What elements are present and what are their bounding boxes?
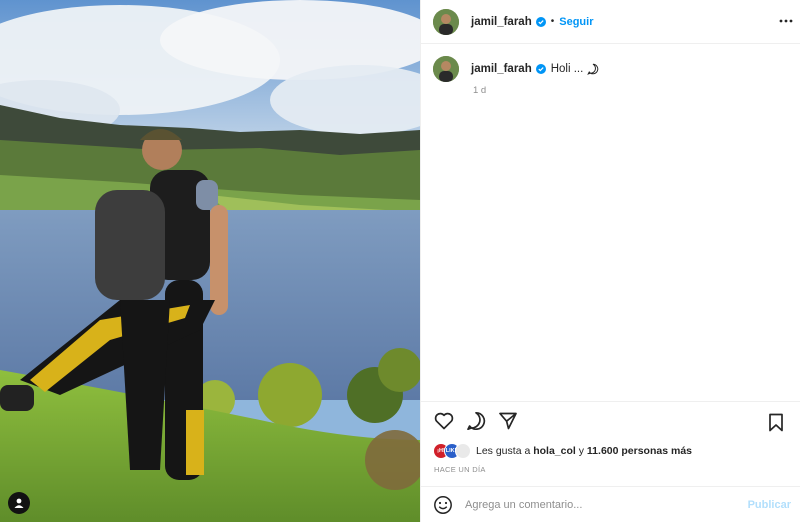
likes-count-link[interactable]: 11.600 personas más [587,445,692,457]
like-button[interactable] [433,410,455,432]
comment-input[interactable] [465,494,748,515]
caption-time: 1 d [473,85,487,96]
caption-avatar[interactable] [433,56,459,82]
post-side-panel: jamil_farah • Seguir jamil_farah Holi ..… [420,0,800,522]
verified-badge-icon [535,16,546,27]
avatar-image [433,8,459,35]
photo-landscape [0,0,420,522]
follow-button[interactable]: Seguir [559,16,593,28]
comment-box: Publicar [421,486,800,522]
verified-badge-icon [535,64,546,74]
smiley-icon[interactable] [433,495,453,515]
comment-button[interactable] [465,410,487,432]
share-button[interactable] [497,410,519,432]
speech-bubble-icon [587,63,599,75]
caption-username[interactable]: jamil_farah [471,63,532,75]
user-tag-icon [14,498,24,508]
save-button[interactable] [765,411,787,433]
caption-text: Holi ... [550,63,584,75]
heart-icon [434,412,454,429]
tag-people-button[interactable] [8,492,30,514]
likes-prefix: Les gusta a [476,445,534,457]
username[interactable]: jamil_farah [471,16,532,28]
separator-dot: • [550,16,555,27]
caption-block: jamil_farah Holi ... 1 d [433,56,793,96]
action-bar [421,401,800,439]
post-header: jamil_farah • Seguir [421,0,800,44]
paper-plane-icon [499,412,517,429]
post-photo[interactable] [0,0,420,522]
post-date[interactable]: HACE UN DÍA [434,465,486,474]
likes-user-link[interactable]: hola_col [533,445,576,457]
publish-button[interactable]: Publicar [748,499,791,511]
more-options-icon[interactable] [779,14,793,28]
avatar-image [433,56,459,82]
likes-summary: ¡H! LIKE Les gusta a hola_col y 11.600 p… [433,443,692,459]
liker-avatar[interactable] [455,443,471,459]
bookmark-icon [769,413,783,431]
avatar[interactable] [433,8,459,35]
likes-text: Les gusta a hola_col y 11.600 personas m… [476,445,692,457]
comment-icon [467,411,486,430]
likes-middle: y [575,445,587,457]
